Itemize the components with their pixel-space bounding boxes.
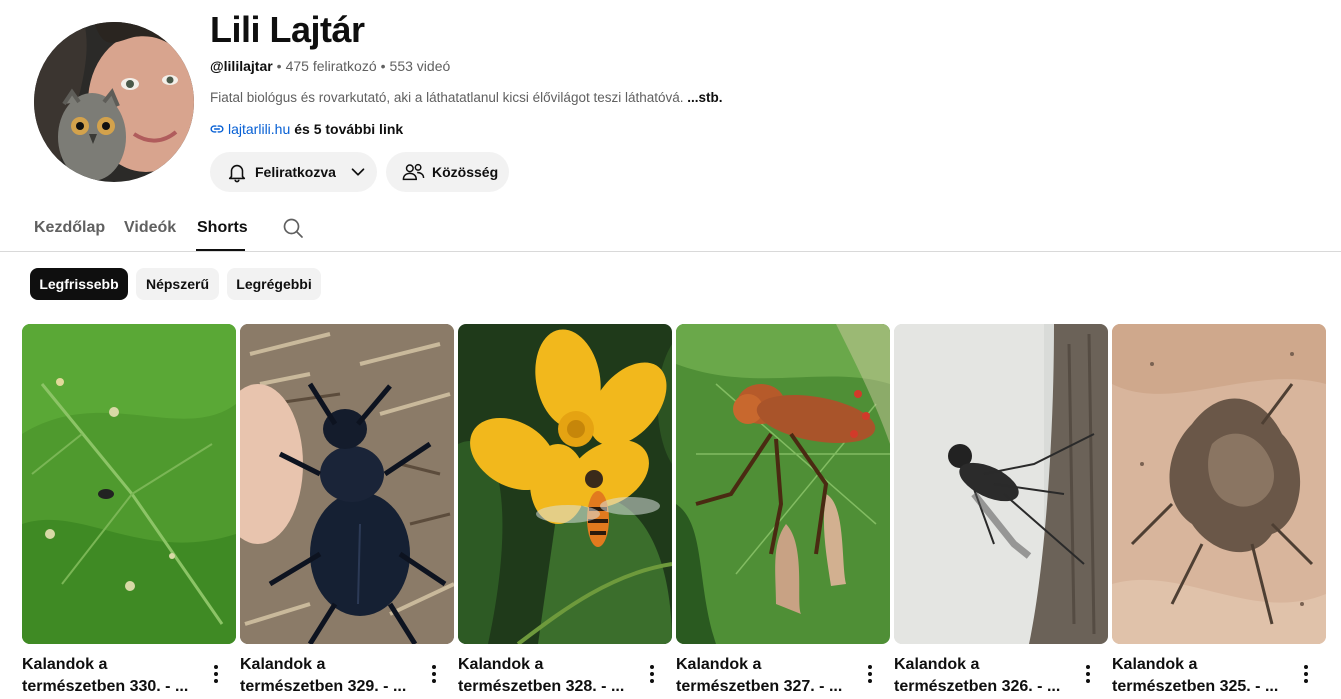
short-thumbnail[interactable] bbox=[1112, 324, 1326, 644]
meta-separator: • bbox=[380, 58, 386, 74]
channel-meta: @lililajtar • 475 feliratkozó • 553 videó bbox=[210, 57, 450, 75]
short-card: Kalandok a természetben 326. - ... bbox=[894, 324, 1108, 695]
tab-shorts[interactable]: Shorts bbox=[197, 218, 248, 238]
short-title[interactable]: Kalandok a természetben 325. - ... bbox=[1112, 654, 1292, 698]
short-title-line2: természetben 325. - ... bbox=[1112, 678, 1279, 695]
short-thumbnail[interactable] bbox=[676, 324, 890, 644]
subscriber-count: 475 feliratkozó bbox=[285, 58, 377, 74]
channel-handle: @lililajtar bbox=[210, 58, 273, 74]
channel-link[interactable]: lajtarlili.hu bbox=[228, 120, 290, 138]
short-card: Kalandok a természetben 325. - ... bbox=[1112, 324, 1326, 695]
chip-oldest[interactable]: Legrégebbi bbox=[227, 268, 321, 300]
more-vert-icon[interactable] bbox=[1296, 662, 1316, 686]
short-title[interactable]: Kalandok a természetben 330. - ... bbox=[22, 654, 202, 698]
chip-latest[interactable]: Legfrissebb bbox=[30, 268, 128, 300]
short-thumbnail[interactable] bbox=[894, 324, 1108, 644]
bell-icon bbox=[226, 161, 248, 183]
link-icon bbox=[210, 122, 224, 136]
channel-description[interactable]: Fiatal biológus és rovarkutató, aki a lá… bbox=[210, 89, 723, 107]
short-title-line2: természetben 329. - ... bbox=[240, 678, 407, 695]
more-vert-icon[interactable] bbox=[1078, 662, 1098, 686]
short-title-line1: Kalandok a bbox=[894, 656, 980, 673]
short-title-line1: Kalandok a bbox=[458, 656, 544, 673]
short-title-line1: Kalandok a bbox=[22, 656, 108, 673]
short-card: Kalandok a természetben 327. - ... bbox=[676, 324, 890, 695]
short-title[interactable]: Kalandok a természetben 327. - ... bbox=[676, 654, 856, 698]
tab-videos[interactable]: Videók bbox=[124, 218, 176, 238]
short-title-line2: természetben 330. - ... bbox=[22, 678, 189, 695]
people-icon bbox=[401, 161, 426, 183]
channel-avatar bbox=[34, 22, 194, 182]
short-thumbnail[interactable] bbox=[458, 324, 672, 644]
short-title-line1: Kalandok a bbox=[676, 656, 762, 673]
short-title[interactable]: Kalandok a természetben 328. - ... bbox=[458, 654, 638, 698]
description-text: Fiatal biológus és rovarkutató, aki a lá… bbox=[210, 90, 684, 105]
community-label: Közösség bbox=[432, 164, 499, 180]
short-card: Kalandok a természetben 329. - ... bbox=[240, 324, 454, 695]
short-title-line1: Kalandok a bbox=[1112, 656, 1198, 673]
chip-popular[interactable]: Népszerű bbox=[136, 268, 219, 300]
short-thumbnail[interactable] bbox=[240, 324, 454, 644]
short-thumbnail[interactable] bbox=[22, 324, 236, 644]
channel-name: Lili Lajtár bbox=[210, 9, 365, 50]
more-vert-icon[interactable] bbox=[424, 662, 444, 686]
short-title-line2: természetben 328. - ... bbox=[458, 678, 625, 695]
short-title[interactable]: Kalandok a természetben 326. - ... bbox=[894, 654, 1074, 698]
subscribed-label: Feliratkozva bbox=[255, 164, 336, 180]
short-card: Kalandok a természetben 330. - ... bbox=[22, 324, 236, 695]
active-tab-indicator bbox=[196, 249, 245, 251]
short-card: Kalandok a természetben 328. - ... bbox=[458, 324, 672, 695]
subscribed-button[interactable]: Feliratkozva bbox=[210, 152, 377, 192]
more-vert-icon[interactable] bbox=[860, 662, 880, 686]
tab-home[interactable]: Kezdőlap bbox=[34, 218, 105, 238]
short-title-line2: természetben 326. - ... bbox=[894, 678, 1061, 695]
channel-tabs: Kezdőlap Videók Shorts bbox=[0, 205, 1341, 252]
short-title-line2: természetben 327. - ... bbox=[676, 678, 843, 695]
more-links[interactable]: és 5 további link bbox=[294, 120, 403, 138]
more-vert-icon[interactable] bbox=[206, 662, 226, 686]
community-button[interactable]: Közösség bbox=[386, 152, 509, 192]
short-title-line1: Kalandok a bbox=[240, 656, 326, 673]
meta-separator: • bbox=[276, 58, 282, 74]
video-count: 553 videó bbox=[389, 58, 451, 74]
channel-links: lajtarlili.hu és 5 további link bbox=[210, 120, 403, 138]
description-more[interactable]: ...stb. bbox=[687, 90, 722, 105]
short-title[interactable]: Kalandok a természetben 329. - ... bbox=[240, 654, 420, 698]
search-icon[interactable] bbox=[281, 216, 305, 245]
chevron-down-icon bbox=[347, 161, 369, 183]
more-vert-icon[interactable] bbox=[642, 662, 662, 686]
